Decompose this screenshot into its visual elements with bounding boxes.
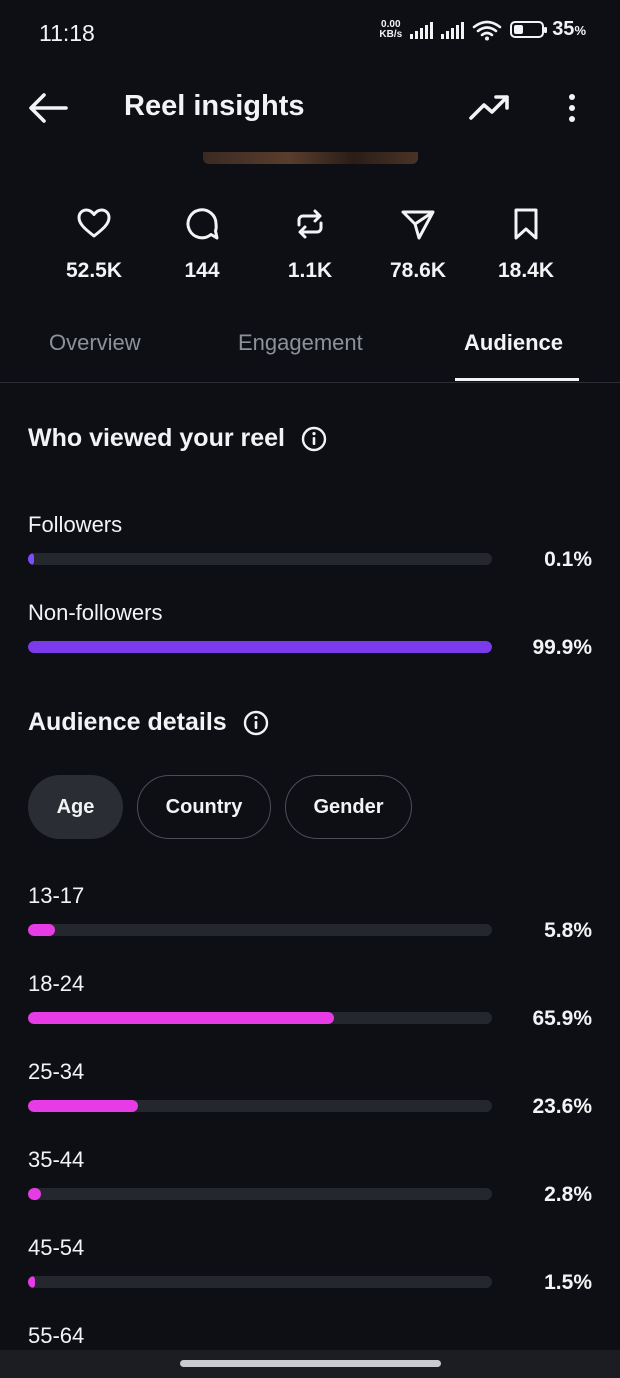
audience-details-heading: Audience details [28,708,269,737]
stat-comments: 144 [148,205,256,295]
app-header: Reel insights [0,70,620,146]
stat-value: 18.4K [497,259,555,282]
chip-country[interactable]: Country [137,775,271,839]
age-row-label: 25-34 [28,1059,85,1084]
stat-likes: 52.5K [40,205,148,295]
age-row-label: 18-24 [28,971,85,996]
more-options-icon[interactable] [560,88,584,128]
age-row-label: 13-17 [28,883,85,908]
age-row-label: 35-44 [28,1147,85,1172]
network-speed: 0.00 KB/s [379,18,403,40]
signal-icon [410,21,434,39]
who-viewed-heading: Who viewed your reel [28,424,327,453]
network-speed-unit: KB/s [379,28,403,40]
age-row-percent: 65.9% [532,1007,592,1030]
age-row-bar [28,924,55,936]
viewer-row-track [28,553,492,565]
insights-tabs: Overview Engagement Audience [0,322,620,383]
age-row-bar [28,1188,41,1200]
wifi-icon [472,20,502,40]
info-icon[interactable] [243,710,269,736]
stat-value: 144 [184,259,220,282]
signal-icon [441,21,465,39]
network-speed-value: 0.00 [381,18,401,30]
send-icon [401,210,435,240]
section-title: Audience details [28,708,227,736]
stat-shares: 78.6K [364,205,472,295]
stat-value: 52.5K [65,259,123,282]
tab-audience[interactable]: Audience [464,330,563,356]
reel-stats: 52.5K 144 1.1K 78.6K 18.4K [40,205,580,295]
viewer-row-bar [28,553,34,565]
status-bar: 11:18 0.00 KB/s 35% [0,0,620,66]
stat-value: 78.6K [389,259,447,282]
age-row-label: 45-54 [28,1235,85,1260]
status-icons: 0.00 KB/s 35% [379,18,586,41]
status-time: 11:18 [39,20,95,46]
chip-gender[interactable]: Gender [285,775,412,839]
system-nav-bar [0,1350,620,1378]
chip-age[interactable]: Age [28,775,123,839]
age-row-percent: 1.5% [544,1271,592,1294]
repost-icon [297,209,323,239]
viewer-row-label: Non-followers [28,600,163,625]
age-row-bar [28,1012,334,1024]
age-row-label: 55-64 [28,1323,85,1348]
age-row-track [28,1100,492,1112]
battery-icon [510,21,548,38]
viewer-row-percent: 99.9% [532,636,592,659]
tab-overview[interactable]: Overview [49,330,141,356]
viewer-row-label: Followers [28,512,123,537]
stat-reposts: 1.1K [256,205,364,295]
heart-icon [77,208,111,238]
active-tab-indicator [455,378,579,381]
home-gesture-handle[interactable] [180,1360,441,1367]
section-title: Who viewed your reel [28,424,286,452]
stat-saves: 18.4K [472,205,580,295]
age-row-track [28,1276,492,1288]
comment-icon [186,208,219,240]
age-row-track [28,1188,492,1200]
age-row-percent: 5.8% [544,919,592,942]
info-icon[interactable] [301,426,327,452]
viewer-row-percent: 0.1% [544,548,592,571]
age-row-track [28,924,492,936]
bookmark-icon [514,208,538,240]
back-arrow-icon[interactable] [26,88,70,128]
reel-thumbnail[interactable] [203,152,418,164]
trending-icon[interactable] [468,92,512,124]
battery-percent: 35% [552,18,586,40]
viewer-row-track [28,641,492,653]
age-row-percent: 23.6% [532,1095,592,1118]
tab-engagement[interactable]: Engagement [238,330,363,356]
stat-value: 1.1K [287,259,333,282]
viewer-row-bar [28,641,492,653]
age-row-percent: 2.8% [544,1183,592,1206]
page-title: Reel insights [124,90,305,122]
age-row-track [28,1012,492,1024]
age-row-bar [28,1100,138,1112]
age-row-bar [28,1276,35,1288]
